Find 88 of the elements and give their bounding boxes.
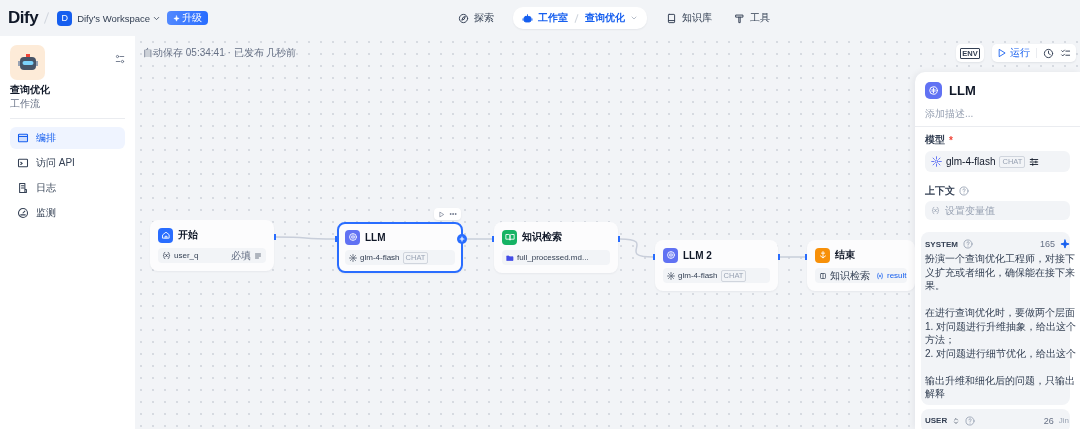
node-title: 知识检索	[522, 230, 562, 244]
sidebar-item[interactable]: 日志	[10, 177, 125, 199]
prompt-text-line: 方法；	[925, 333, 955, 347]
add-node-handle[interactable]	[457, 234, 467, 244]
workflow-node[interactable]: 知识检索 full_processed.md...	[494, 222, 618, 273]
prompt-text-line: 义扩充或者细化，确保能在接下来	[925, 265, 1075, 279]
field-label: 模型	[925, 133, 945, 147]
prompt-text-line: 2. 对问题进行细节优化，给出这个	[925, 346, 1077, 360]
more-button[interactable]	[449, 210, 457, 218]
model-name: glm-4-flash	[360, 253, 400, 262]
sparkle-icon	[173, 14, 181, 22]
edge-connector	[618, 236, 655, 260]
dataset-name: full_processed.md...	[517, 253, 589, 262]
sliders-icon	[1029, 156, 1040, 167]
variable-name: user_q	[174, 251, 199, 260]
document-icon	[17, 182, 29, 194]
required-mark: *	[949, 134, 953, 146]
gauge-icon	[17, 207, 29, 219]
sidebar-item[interactable]: 编排	[10, 127, 125, 149]
home-icon	[160, 230, 171, 240]
layout-icon	[17, 132, 29, 144]
run-node-button[interactable]	[438, 210, 445, 218]
model-icon	[349, 253, 357, 262]
model-name: glm-4-flash	[678, 271, 718, 280]
help-icon	[965, 415, 976, 426]
nav-tab[interactable]: 知识库	[663, 11, 715, 25]
node-title: LLM	[365, 231, 386, 243]
sort-icon	[952, 416, 961, 425]
sidebar-item[interactable]: 访问 API	[10, 152, 125, 174]
node-title: 开始	[178, 228, 198, 242]
model-icon	[667, 271, 675, 280]
robot-icon	[522, 12, 533, 24]
field-label: 上下文	[925, 184, 955, 198]
compass-icon	[458, 12, 469, 24]
plus-icon	[459, 236, 465, 242]
variable-icon	[162, 251, 171, 260]
node-title: 结束	[835, 248, 855, 262]
source-node-name: 知识检索	[830, 268, 870, 283]
panel-title: LLM	[949, 83, 976, 98]
nav-tab[interactable]: 工具	[731, 11, 773, 25]
nav-tab[interactable]: 工作室 查询优化	[513, 7, 647, 29]
model-icon	[931, 156, 942, 167]
more-icon	[449, 210, 457, 218]
model-hint: Jin	[1058, 416, 1069, 425]
history-button[interactable]	[1043, 47, 1054, 59]
play-icon	[438, 210, 445, 218]
prompt-text-line: 1. 对问题进行升维抽象，给出这个	[925, 319, 1077, 333]
terminal-icon	[17, 157, 29, 169]
required-tag: 必填	[231, 248, 251, 263]
workflow-node[interactable]: 开始 user_q 必填	[150, 220, 274, 271]
variable-icon	[931, 206, 940, 215]
help-icon	[962, 239, 973, 249]
prompt-text-line: 输出升维和细化后的问题，只输出	[925, 373, 1075, 387]
checklist-button[interactable]	[1060, 47, 1071, 59]
hammer-icon	[734, 12, 745, 24]
run-button[interactable]: 运行	[997, 46, 1030, 60]
context-field[interactable]: 设置变量值	[925, 201, 1070, 220]
chevron-down-icon	[630, 14, 638, 22]
edge-connector	[274, 234, 337, 242]
app-title: 查询优化	[10, 83, 51, 97]
folder-icon	[506, 253, 514, 262]
prompt-text-line: 在进行查询优化时，要做两个层面	[925, 306, 1075, 320]
help-icon	[959, 186, 969, 196]
logo[interactable]: Dify	[8, 8, 39, 28]
nav-tab[interactable]: 探索	[455, 11, 497, 25]
prompt-text-line: 解释	[925, 387, 945, 401]
prompt-text-line: 扮演一个查询优化工程师，对接下	[925, 252, 1075, 266]
sparkle-icon	[1060, 239, 1070, 249]
node-title: LLM 2	[683, 249, 712, 261]
token-count: 26	[1043, 415, 1054, 426]
prompt-role: USER	[925, 416, 948, 425]
workflow-node[interactable]: 结束 知识检索 result	[807, 240, 915, 291]
variable-icon	[876, 271, 884, 280]
sidebar-item[interactable]: 监测	[10, 202, 125, 224]
prompt-role: SYSTEM	[925, 239, 958, 249]
edge-connector	[778, 254, 807, 260]
upgrade-button[interactable]: 升级	[167, 11, 209, 25]
play-icon	[997, 48, 1007, 58]
settings-icon	[115, 54, 125, 64]
app-type: 工作流	[10, 97, 41, 111]
prompt-text-line: 果。	[925, 279, 945, 293]
autosave-status: 自动保存 05:34:41 · 已发布 几秒前	[143, 46, 297, 60]
clock-icon	[1043, 47, 1054, 59]
token-count: 165	[1039, 239, 1055, 249]
workspace-avatar: D	[57, 10, 73, 26]
workspace-name[interactable]: Dify's Workspace	[77, 12, 151, 24]
variable-name: result	[887, 271, 907, 280]
checklist-icon	[1060, 47, 1071, 59]
